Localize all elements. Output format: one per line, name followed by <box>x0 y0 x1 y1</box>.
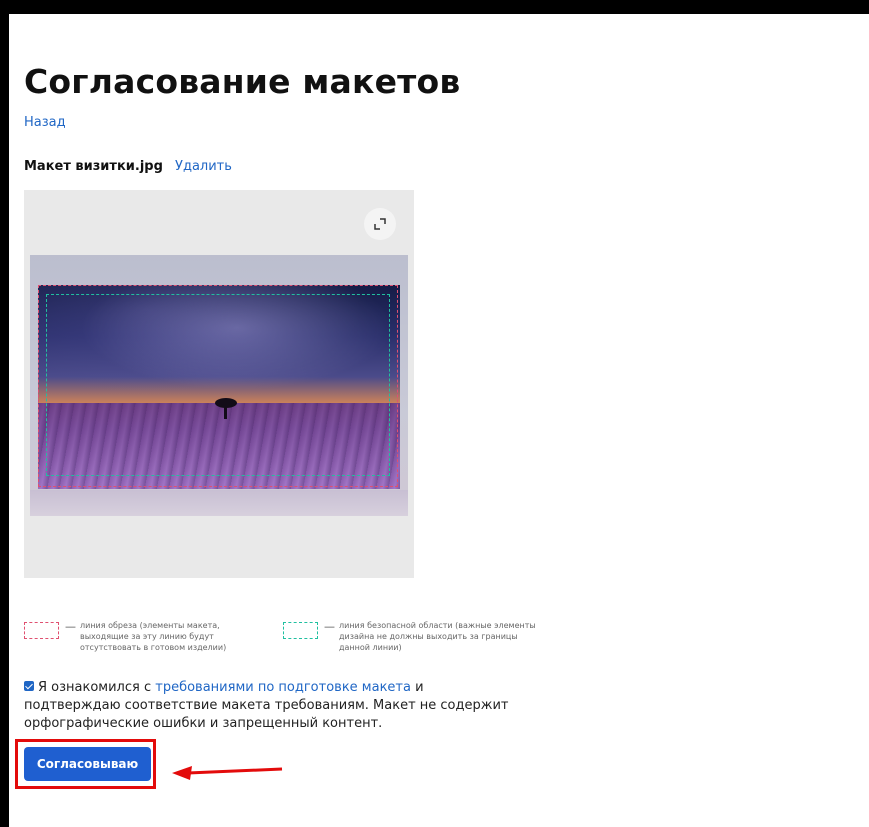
safe-line-swatch <box>283 622 318 639</box>
mockup-bottom-bleed <box>30 490 408 516</box>
window-frame-left <box>0 0 9 827</box>
file-name: Макет визитки.jpg <box>24 159 163 174</box>
mockup-preview <box>24 190 414 578</box>
delete-file-link[interactable]: Удалить <box>175 159 232 174</box>
legend-cut-line-text: линия обреза (элементы макета, выходящие… <box>80 621 227 652</box>
legend-safe-line-text: линия безопасной области (важные элемент… <box>339 621 536 652</box>
file-row: Макет визитки.jpg Удалить <box>24 159 232 174</box>
consent-text-before: Я ознакомился с <box>38 680 156 695</box>
requirements-link[interactable]: требованиями по подготовке макета <box>155 680 411 695</box>
legend-dash: — <box>65 620 76 633</box>
window-frame-top <box>0 0 869 14</box>
approve-button[interactable]: Согласовываю <box>24 747 151 781</box>
consent-checkbox[interactable] <box>24 681 34 691</box>
cut-line-swatch <box>24 622 59 639</box>
legend-safe-line: — линия безопасной области (важные элеме… <box>283 620 544 653</box>
legend-cut-line: — линия обреза (элементы макета, выходящ… <box>24 620 240 653</box>
legend-dash: — <box>324 620 335 633</box>
back-link[interactable]: Назад <box>24 115 66 130</box>
page-title: Согласование макетов <box>24 62 461 101</box>
expand-preview-button[interactable] <box>364 208 396 240</box>
consent-block: Я ознакомился с требованиями по подготов… <box>24 679 514 733</box>
safe-area-overlay <box>46 294 390 476</box>
pointer-arrow-icon <box>172 766 283 780</box>
expand-icon <box>374 218 386 230</box>
